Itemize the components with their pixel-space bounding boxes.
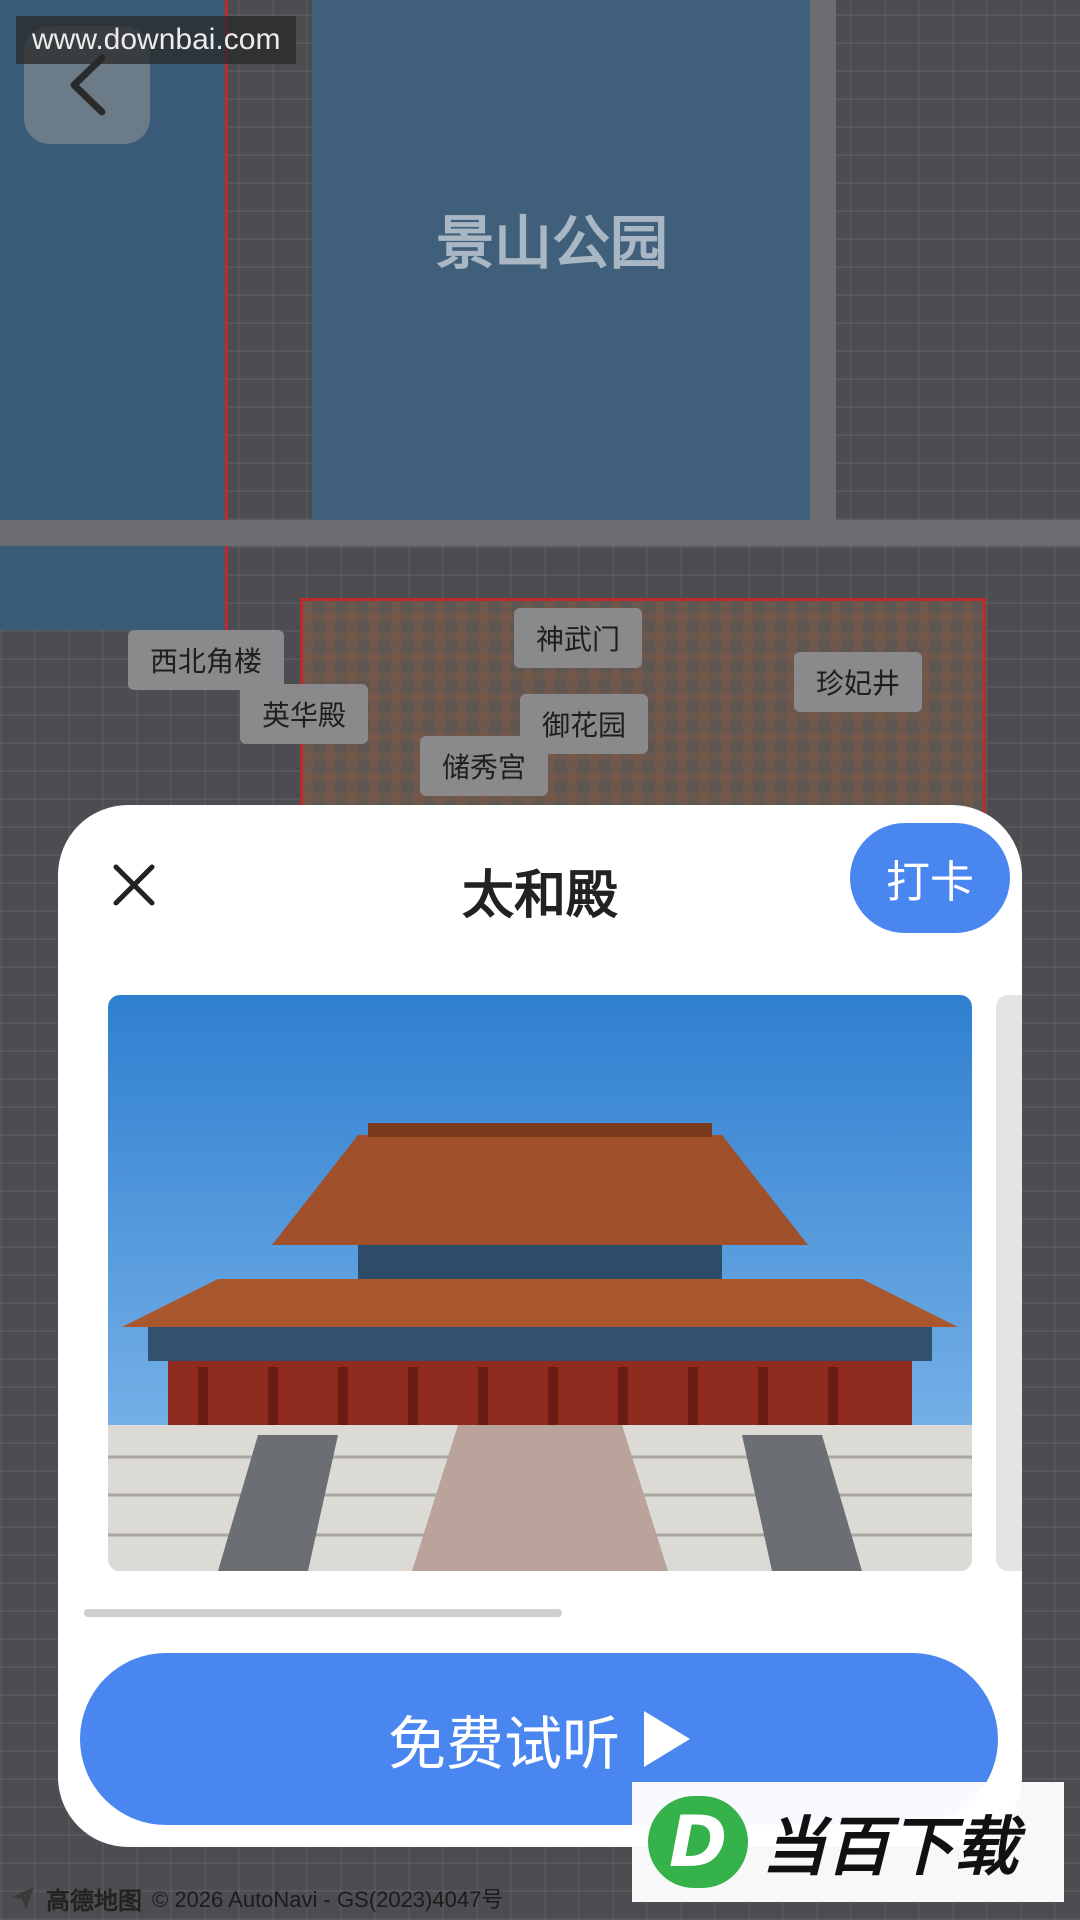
map-tag-yinghuadian[interactable]: 英华殿 [240, 684, 369, 744]
attraction-detail-sheet: 太和殿 打卡 免费试听 [58, 805, 1022, 1847]
checkin-button[interactable]: 打卡 [850, 823, 1010, 933]
map-tag-zhenfeijing[interactable]: 珍妃井 [794, 652, 923, 712]
map-copyright: © 2026 AutoNavi - GS(2023)4047号 [152, 1887, 504, 1912]
play-icon [644, 1711, 690, 1767]
attraction-photo[interactable] [108, 995, 972, 1571]
next-photo-peek[interactable] [996, 995, 1022, 1571]
brand-logo-icon: D [648, 1796, 748, 1888]
map-provider-logo: 高德地图 [46, 1887, 142, 1915]
map-road [810, 0, 836, 540]
brand-name: 当百下载 [762, 1811, 1018, 1885]
map-tag-xibeijiaolou[interactable]: 西北角楼 [128, 630, 285, 690]
free-listen-label: 免费试听 [387, 1710, 620, 1778]
gallery-scrollbar[interactable] [84, 1609, 562, 1617]
map-tag-shenwumen[interactable]: 神武门 [514, 608, 643, 668]
map-credit: 高德地图 © 2026 AutoNavi - GS(2023)4047号 [10, 1880, 503, 1916]
navigation-arrow-icon [12, 1887, 34, 1909]
brand-watermark: D 当百下载 [632, 1782, 1064, 1902]
map-road [0, 520, 1080, 546]
map-park-label: 景山公园 [436, 209, 669, 277]
palace-photo-image [108, 995, 972, 1571]
map-tag-chuxiugong[interactable]: 储秀宫 [420, 736, 549, 796]
site-watermark: www.downbai.com [16, 16, 297, 64]
